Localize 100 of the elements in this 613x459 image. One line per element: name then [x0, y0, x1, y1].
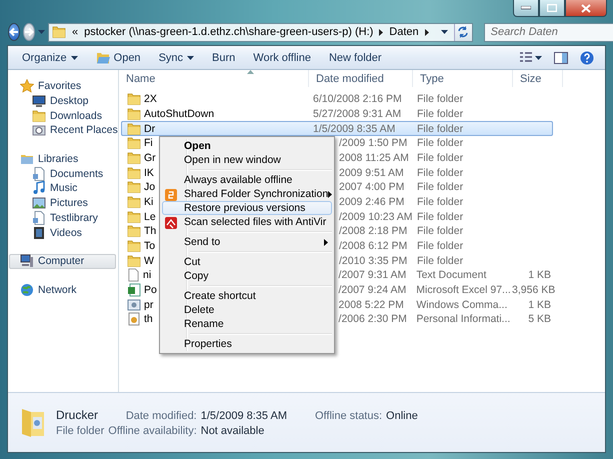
folder-icon	[127, 240, 141, 252]
back-button[interactable]	[8, 23, 20, 41]
folder-icon	[127, 122, 141, 135]
date-cell-text: 2008 11:25 AM	[338, 152, 410, 164]
sidebar-item[interactable]: Documents	[9, 166, 116, 182]
sidebar-item[interactable]: Downloads	[9, 108, 116, 124]
file-row[interactable]: Dr 1/5/2009 8:35 AM File folder	[121, 121, 553, 136]
forward-button[interactable]	[23, 23, 35, 41]
column-header[interactable]: Type	[413, 70, 513, 87]
type-cell-text: File folder	[416, 152, 464, 164]
size-cell-text: 1 KB	[527, 298, 552, 311]
sort-arrow-icon	[247, 70, 254, 74]
menu-item[interactable]: Open in new window	[162, 153, 332, 167]
item-name: Drucker	[56, 408, 100, 422]
star-icon	[20, 79, 34, 94]
file-row[interactable]: 2X 6/10/2008 2:16 PM File folder	[121, 92, 553, 107]
sidebar-item[interactable]: Pictures	[9, 196, 116, 210]
caret-icon	[38, 30, 45, 34]
toolbar-button[interactable]: Sync	[150, 47, 202, 68]
folder-icon	[127, 152, 141, 164]
type-cell-text: File folder	[416, 210, 464, 223]
chevron-icon	[424, 28, 429, 36]
sidebar-item[interactable]: Videos	[9, 225, 116, 240]
breadcrumb[interactable]: pstocker (\\nas-green-1.d.ethz.ch\share-green-users-p) (H:)	[84, 26, 374, 38]
sidebar-item[interactable]: Computer	[9, 254, 116, 269]
date-cell-text: 5/27/2008 9:31 AM	[312, 108, 402, 120]
search-field[interactable]: Search Daten	[484, 22, 613, 42]
menu-item[interactable]: Copy	[162, 269, 332, 283]
field-label: Offline availability:	[108, 425, 197, 437]
sidebar-item[interactable]: Favorites	[9, 79, 116, 94]
refresh-icon	[457, 26, 470, 38]
date-cell-text: 2007 4:00 PM	[338, 181, 406, 194]
sidebar-item[interactable]: Testlibrary	[9, 210, 116, 226]
sidebar-item[interactable]: Music	[9, 181, 116, 196]
file-name: Po	[144, 284, 157, 296]
menu-item[interactable]: Open	[162, 139, 332, 153]
sidebar-item[interactable]: Recent Places	[9, 123, 116, 138]
type-cell-text: File folder	[416, 181, 464, 194]
column-header[interactable]: Size	[513, 70, 563, 87]
address-bar[interactable]: « pstocker (\\nas-green-1.d.ethz.ch\share-green-users-p) (H:) Daten	[48, 22, 473, 42]
toolbar-button[interactable]: Burn	[204, 47, 244, 68]
file-name: 2X	[144, 93, 157, 106]
folder-icon	[127, 196, 141, 208]
minimize-button[interactable]	[513, 0, 539, 17]
menu-item[interactable]: Shared Folder Synchronization	[162, 187, 332, 201]
toolbar-button[interactable]: New folder	[320, 47, 390, 68]
type-cell-text: Personal Informati...	[415, 313, 512, 326]
chevron-icon	[379, 28, 384, 36]
document-icon	[127, 268, 140, 282]
folder-icon	[127, 137, 141, 150]
menu-item[interactable]: Cut	[162, 255, 332, 269]
type-cell-text: File folder	[416, 240, 464, 252]
menu-item[interactable]: Delete	[162, 303, 332, 317]
type-cell-text: Windows Comma...	[415, 298, 508, 311]
field-value: Online	[386, 410, 419, 422]
monitor-icon	[32, 94, 46, 108]
help-icon	[580, 50, 594, 64]
forward-arrow-icon	[24, 27, 34, 37]
folder-icon	[127, 210, 141, 223]
sidebar-item[interactable]: Libraries	[9, 152, 116, 166]
refresh-button[interactable]	[454, 24, 472, 40]
field-label: Date modified:	[124, 410, 197, 422]
sidebar-item[interactable]: Network	[9, 282, 116, 298]
folder-icon	[127, 225, 141, 238]
minimize-icon	[521, 6, 531, 10]
date-cell-text: 2009 9:51 AM	[338, 166, 405, 179]
date-cell-text: /2009 10:23 AM	[338, 210, 413, 223]
folder-icon	[20, 406, 46, 438]
menu-item[interactable]: Restore previous versions	[162, 201, 332, 215]
menu-item[interactable]: Scan selected files with AntiVir	[162, 215, 332, 229]
menu-item[interactable]: Send to	[162, 235, 332, 249]
file-name: IK	[144, 166, 154, 179]
date-cell-text: 6/10/2008 2:16 PM	[312, 93, 403, 106]
document-icon	[32, 166, 46, 181]
field-label: Offline status:	[314, 410, 382, 422]
close-icon	[581, 4, 591, 12]
folder-icon	[127, 181, 141, 194]
date-cell-text: /2010 3:35 PM	[338, 254, 408, 267]
back-arrow-icon	[9, 27, 19, 37]
menu-item[interactable]: Properties	[162, 337, 332, 351]
sidebar-item[interactable]: Desktop	[9, 94, 116, 108]
maximize-button[interactable]	[539, 0, 565, 17]
type-cell-text: File folder	[416, 225, 464, 238]
menu-item[interactable]: Rename	[162, 317, 332, 331]
size-cell: 3,956 KB	[512, 284, 552, 296]
toolbar-button[interactable]: Work offline	[245, 47, 319, 68]
close-button[interactable]	[565, 0, 607, 17]
breadcrumb[interactable]: «	[72, 26, 78, 38]
date-cell-text: /2006 2:30 PM	[338, 313, 408, 326]
type-cell-text: File folder	[416, 137, 464, 150]
toolbar-button[interactable]: Open	[88, 47, 149, 68]
menu-item[interactable]: Create shortcut	[162, 289, 332, 303]
breadcrumb[interactable]: Daten	[389, 26, 419, 38]
date-cell-text: 2009 2:46 PM	[338, 196, 406, 208]
file-row[interactable]: AutoShutDown 5/27/2008 9:31 AM File folder	[121, 106, 553, 122]
toolbar-button[interactable]: Organize	[14, 47, 86, 68]
date-cell-text: 1/5/2009 8:35 AM	[312, 122, 396, 135]
menu-item[interactable]: Always available offline	[162, 173, 332, 187]
column-header[interactable]: Date modified	[309, 70, 413, 87]
file-name: Le	[144, 210, 156, 223]
